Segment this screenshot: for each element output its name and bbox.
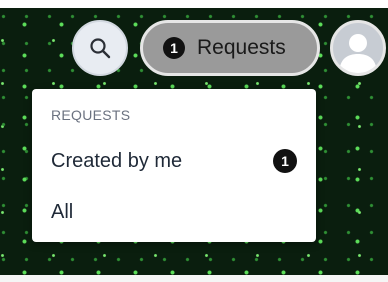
menu-item-label: All (51, 200, 74, 223)
requests-button[interactable]: 1 Requests (140, 20, 320, 76)
requests-button-label: Requests (197, 36, 286, 59)
requests-count-badge: 1 (163, 37, 185, 59)
bottom-strip (0, 275, 388, 282)
top-strip (0, 0, 388, 8)
menu-item-created-by-me[interactable]: Created by me 1 (32, 141, 316, 181)
search-icon (90, 38, 111, 59)
requests-dropdown-menu: REQUESTS Created by me 1 All (32, 89, 316, 242)
menu-item-label: Created by me (51, 149, 183, 172)
search-button[interactable] (72, 20, 128, 76)
user-avatar-button[interactable] (330, 20, 386, 76)
dropdown-section-title: REQUESTS (51, 107, 131, 123)
menu-item-all[interactable]: All (32, 192, 316, 232)
created-by-me-count-badge: 1 (273, 149, 297, 173)
